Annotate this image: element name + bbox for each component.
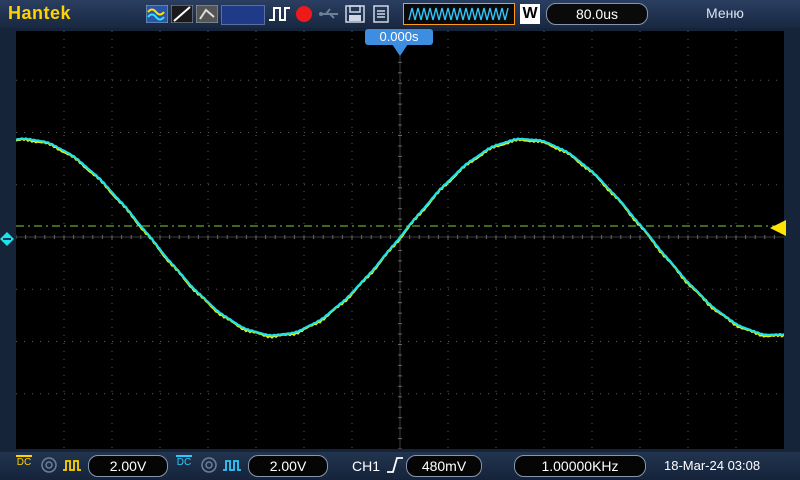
trigger-mode-icon[interactable] [268, 5, 292, 23]
waveform-plot [15, 30, 785, 450]
channel-ground-marker[interactable] [0, 232, 14, 246]
brand-logo: Hantek [8, 3, 72, 23]
ch2-coupling-dc-icon[interactable]: DC [176, 455, 192, 469]
ch1-bandwidth-icon[interactable] [40, 456, 58, 474]
trigger-source[interactable]: CH1 [352, 458, 380, 474]
bottom-status-bar: DC 2.00V DC 2.00V CH1 480mV 1.00000KHz 1… [0, 452, 800, 480]
usb-icon[interactable] [318, 5, 340, 23]
timebase-readout[interactable]: 80.0us [546, 3, 648, 25]
trigger-position-marker[interactable] [392, 44, 408, 56]
timebase-mark[interactable]: W [520, 4, 540, 24]
trigger-level-marker[interactable] [770, 220, 786, 236]
waveform-screen[interactable] [15, 30, 785, 450]
memory-waveform-preview-icon[interactable] [403, 3, 515, 25]
trigger-level-readout[interactable]: 480mV [406, 455, 482, 477]
trigger-position-readout[interactable]: 0.000s [365, 29, 433, 45]
ch2-volts-div[interactable]: 2.00V [248, 455, 328, 477]
ch1-probe-icon[interactable] [62, 456, 82, 474]
rising-edge-icon[interactable] [386, 456, 404, 474]
persistence-icon[interactable] [196, 5, 218, 23]
ch2-probe-icon[interactable] [222, 456, 242, 474]
waveform-display-icon[interactable] [146, 5, 168, 23]
vectors-mode-icon[interactable] [171, 5, 193, 23]
datetime: 18-Mar-24 03:08 [664, 458, 761, 473]
frequency-readout[interactable]: 1.00000KHz [514, 455, 646, 477]
ch2-bandwidth-icon[interactable] [200, 456, 218, 474]
ch1-coupling-dc-icon[interactable]: DC [16, 455, 32, 469]
ch1-volts-div[interactable]: 2.00V [88, 455, 168, 477]
menu-button[interactable]: Меню [706, 5, 744, 21]
top-toolbar: Hantek W 80.0us Меню [0, 0, 800, 28]
record-dot-icon[interactable] [294, 5, 314, 23]
save-disk-icon[interactable] [345, 5, 365, 23]
printer-icon[interactable] [372, 5, 390, 23]
memory-depth-indicator[interactable] [221, 5, 265, 25]
